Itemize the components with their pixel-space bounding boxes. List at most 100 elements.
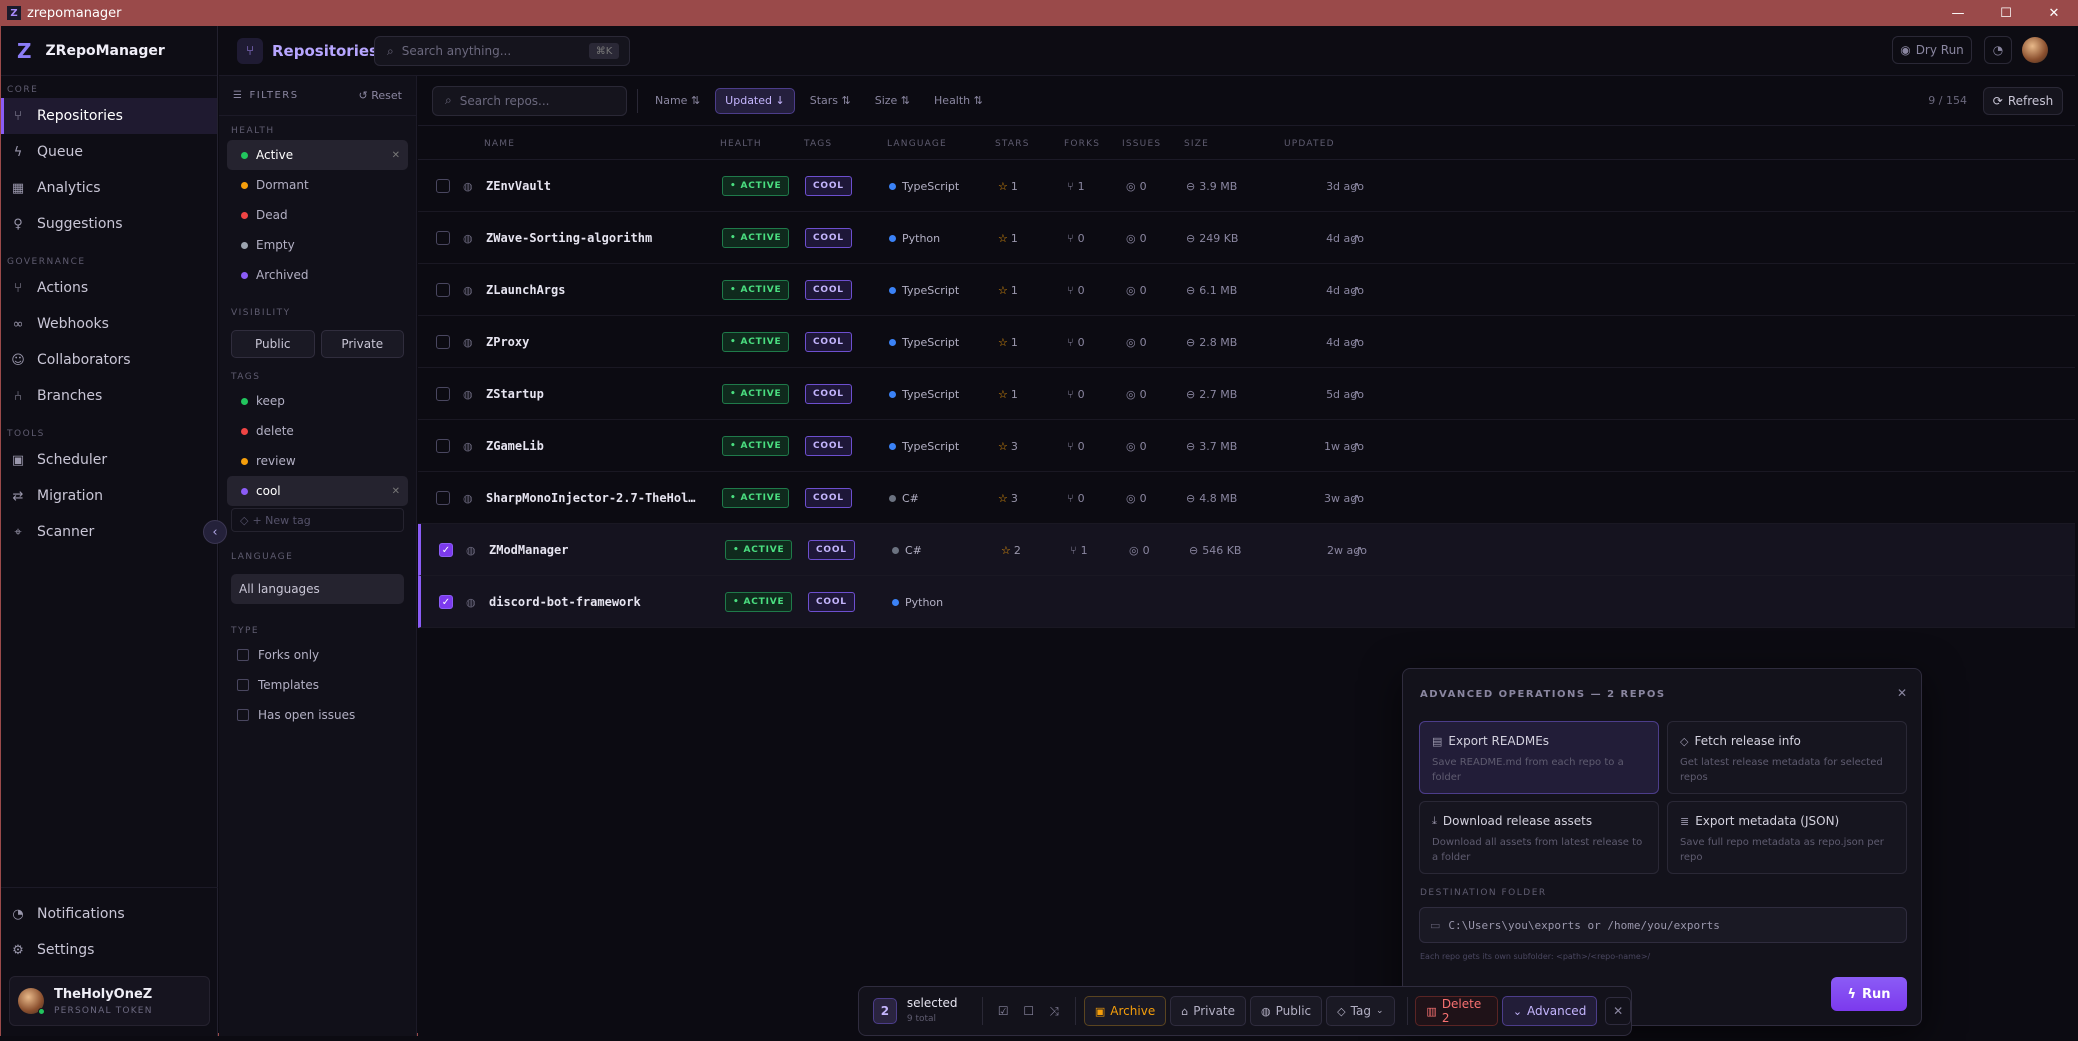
column-header-issues[interactable]: ISSUES: [1122, 139, 1161, 149]
external-link-icon[interactable]: ↗: [1351, 420, 1359, 472]
table-row[interactable]: ◍ ZProxy • ACTIVE COOL TypeScript ☆ 1 ⑂ 0 ◎ 0 ⊖ 2.8 …: [418, 316, 2075, 368]
sidebar-item-queue[interactable]: ϟ Queue: [1, 134, 217, 170]
filter-templates-checkbox[interactable]: Templates: [219, 670, 416, 700]
row-checkbox[interactable]: [436, 472, 450, 524]
filter-health-archived[interactable]: Archived: [227, 260, 408, 290]
table-row[interactable]: ◍ ZStartup • ACTIVE COOL TypeScript ☆ 1 ⑂ 0 ◎ 0 ⊖ 2.…: [418, 368, 2075, 420]
filter-tag-keep[interactable]: keep: [227, 386, 408, 416]
row-checkbox[interactable]: [436, 420, 450, 472]
external-link-icon[interactable]: ↗: [1351, 316, 1359, 368]
repo-name[interactable]: ZProxy: [486, 316, 529, 368]
sort-health-button[interactable]: Health ⇅: [925, 88, 992, 114]
delete-button[interactable]: ▥ Delete 2: [1415, 996, 1498, 1026]
close-icon[interactable]: ✕: [392, 486, 400, 497]
table-row[interactable]: ✓ ◍ ZModManager • ACTIVE COOL C# ☆ 2 ⑂ 1 ◎ 0 ⊖ 546 KB…: [418, 524, 2075, 576]
repo-name[interactable]: SharpMonoInjector-2.7-TheHol…: [486, 472, 696, 524]
sort-updated-button[interactable]: Updated ↓: [715, 87, 795, 114]
dry-run-button[interactable]: ◉ Dry Run: [1892, 36, 1972, 64]
close-window-icon[interactable]: ✕: [2030, 0, 2078, 26]
external-link-icon[interactable]: ↗: [1351, 368, 1359, 420]
user-card[interactable]: TheHolyOneZ PERSONAL TOKEN: [9, 976, 210, 1026]
sort-stars-button[interactable]: Stars ⇅: [801, 88, 860, 114]
row-checkbox[interactable]: [436, 212, 450, 264]
maximize-icon[interactable]: ☐: [1982, 0, 2030, 26]
table-row[interactable]: ◍ ZGameLib • ACTIVE COOL TypeScript ☆ 3 ⑂ 0 ◎ 0 ⊖ 3.…: [418, 420, 2075, 472]
sort-name-button[interactable]: Name ⇅: [646, 88, 709, 114]
sidebar-item-scheduler[interactable]: ▣ Scheduler: [1, 442, 217, 478]
table-row[interactable]: ◍ ZWave-Sorting-algorithm • ACTIVE COOL Pyth…: [418, 212, 2075, 264]
row-checkbox[interactable]: ✓: [439, 576, 453, 628]
close-icon[interactable]: ✕: [1605, 997, 1631, 1025]
external-link-icon[interactable]: ↗: [1351, 160, 1359, 212]
external-link-icon[interactable]: ↗: [1351, 472, 1359, 524]
sidebar-item-actions[interactable]: ⑂ Actions: [1, 270, 217, 306]
repo-name[interactable]: ZModManager: [489, 524, 568, 576]
table-row[interactable]: ✓ ◍ discord-bot-framework • ACTIVE COOL Pytho…: [418, 576, 2075, 628]
sidebar-item-suggestions[interactable]: ♀ Suggestions: [1, 206, 217, 242]
table-row[interactable]: ◍ ZLaunchArgs • ACTIVE COOL TypeScript ☆ 1 ⑂ 0 ◎ 0…: [418, 264, 2075, 316]
sidebar-item-notifications[interactable]: ◔ Notifications: [1, 896, 218, 932]
op-download-release-assets[interactable]: ⤓ Download release assets Download all as…: [1419, 801, 1659, 874]
repo-name[interactable]: ZStartup: [486, 368, 544, 420]
global-search-input[interactable]: ⌕ Search anything... ⌘K: [374, 36, 630, 66]
sidebar-item-scanner[interactable]: ⌖ Scanner: [1, 514, 217, 550]
filter-health-active[interactable]: Active ✕: [227, 140, 408, 170]
tag-button[interactable]: ◇ Tag ⌄: [1326, 996, 1395, 1026]
filter-health-empty[interactable]: Empty: [227, 230, 408, 260]
external-link-icon[interactable]: ↗: [1351, 264, 1359, 316]
language-select[interactable]: All languages: [231, 574, 404, 604]
sidebar-item-migration[interactable]: ⇄ Migration: [1, 478, 217, 514]
archive-button[interactable]: ▣ Archive: [1083, 996, 1167, 1026]
filter-health-dead[interactable]: Dead: [227, 200, 408, 230]
avatar[interactable]: [2022, 37, 2048, 63]
row-checkbox[interactable]: [436, 368, 450, 420]
sidebar-item-branches[interactable]: ⑃ Branches: [1, 378, 217, 414]
sort-size-button[interactable]: Size ⇅: [866, 88, 919, 114]
visibility-public-button[interactable]: Public: [231, 330, 315, 358]
external-link-icon[interactable]: ↗: [1351, 212, 1359, 264]
make-private-button[interactable]: ⌂ Private: [1170, 996, 1247, 1026]
row-checkbox[interactable]: [436, 264, 450, 316]
row-checkbox[interactable]: [436, 316, 450, 368]
column-header-size[interactable]: SIZE: [1184, 139, 1209, 149]
repo-name[interactable]: ZLaunchArgs: [486, 264, 565, 316]
op-export-readmes[interactable]: ▤ Export READMEs Save README.md from each…: [1419, 721, 1659, 794]
new-tag-input[interactable]: ◇ + New tag: [231, 508, 404, 532]
column-header-updated[interactable]: UPDATED: [1284, 139, 1335, 149]
column-header-tags[interactable]: TAGS: [804, 139, 832, 149]
sidebar-item-analytics[interactable]: ▦ Analytics: [1, 170, 217, 206]
repo-name[interactable]: discord-bot-framework: [489, 576, 641, 628]
column-header-forks[interactable]: FORKS: [1064, 139, 1100, 149]
repo-name[interactable]: ZWave-Sorting-algorithm: [486, 212, 652, 264]
shuffle-icon[interactable]: ⤨: [1041, 997, 1067, 1025]
sidebar-item-webhooks[interactable]: ∞ Webhooks: [1, 306, 217, 342]
table-row[interactable]: ◍ SharpMonoInjector-2.7-TheHol… • ACTIVE CO…: [418, 472, 2075, 524]
filter-forks-only-checkbox[interactable]: Forks only: [219, 640, 416, 670]
filter-tag-delete[interactable]: delete: [227, 416, 408, 446]
row-checkbox[interactable]: [436, 160, 450, 212]
sidebar-item-repositories[interactable]: ⑂ Repositories: [1, 98, 217, 134]
external-link-icon[interactable]: ↗: [1354, 524, 1362, 576]
close-icon[interactable]: ✕: [1897, 686, 1907, 700]
select-all-icon[interactable]: ☑: [990, 997, 1016, 1025]
make-public-button[interactable]: ◍ Public: [1250, 996, 1323, 1026]
filter-tag-review[interactable]: review: [227, 446, 408, 476]
op-fetch-release-info[interactable]: ◇ Fetch release info Get latest release m…: [1667, 721, 1907, 794]
column-header-stars[interactable]: STARS: [995, 139, 1030, 149]
filter-health-dormant[interactable]: Dormant: [227, 170, 408, 200]
refresh-button[interactable]: ⟳ Refresh: [1983, 87, 2063, 115]
deselect-all-icon[interactable]: ☐: [1016, 997, 1042, 1025]
visibility-private-button[interactable]: Private: [320, 330, 404, 358]
table-row[interactable]: ◍ ZEnvVault • ACTIVE COOL TypeScript ☆ 1 ⑂ 1 ◎ 0 ⊖ 3…: [418, 160, 2075, 212]
minimize-icon[interactable]: —: [1934, 0, 1982, 26]
filter-tag-cool[interactable]: cool ✕: [227, 476, 408, 506]
row-checkbox[interactable]: ✓: [439, 524, 453, 576]
column-header-language[interactable]: LANGUAGE: [887, 139, 947, 149]
run-button[interactable]: ϟ Run: [1831, 977, 1907, 1011]
close-icon[interactable]: ✕: [392, 150, 400, 161]
sidebar-item-collaborators[interactable]: ☺ Collaborators: [1, 342, 217, 378]
reset-filters-button[interactable]: ↺ Reset: [359, 89, 402, 102]
destination-folder-input[interactable]: ▭ C:\Users\you\exports or /home/you/expor…: [1419, 907, 1907, 943]
op-export-metadata[interactable]: ≣ Export metadata (JSON) Save full repo m…: [1667, 801, 1907, 874]
collapse-sidebar-button[interactable]: ‹: [203, 520, 227, 544]
